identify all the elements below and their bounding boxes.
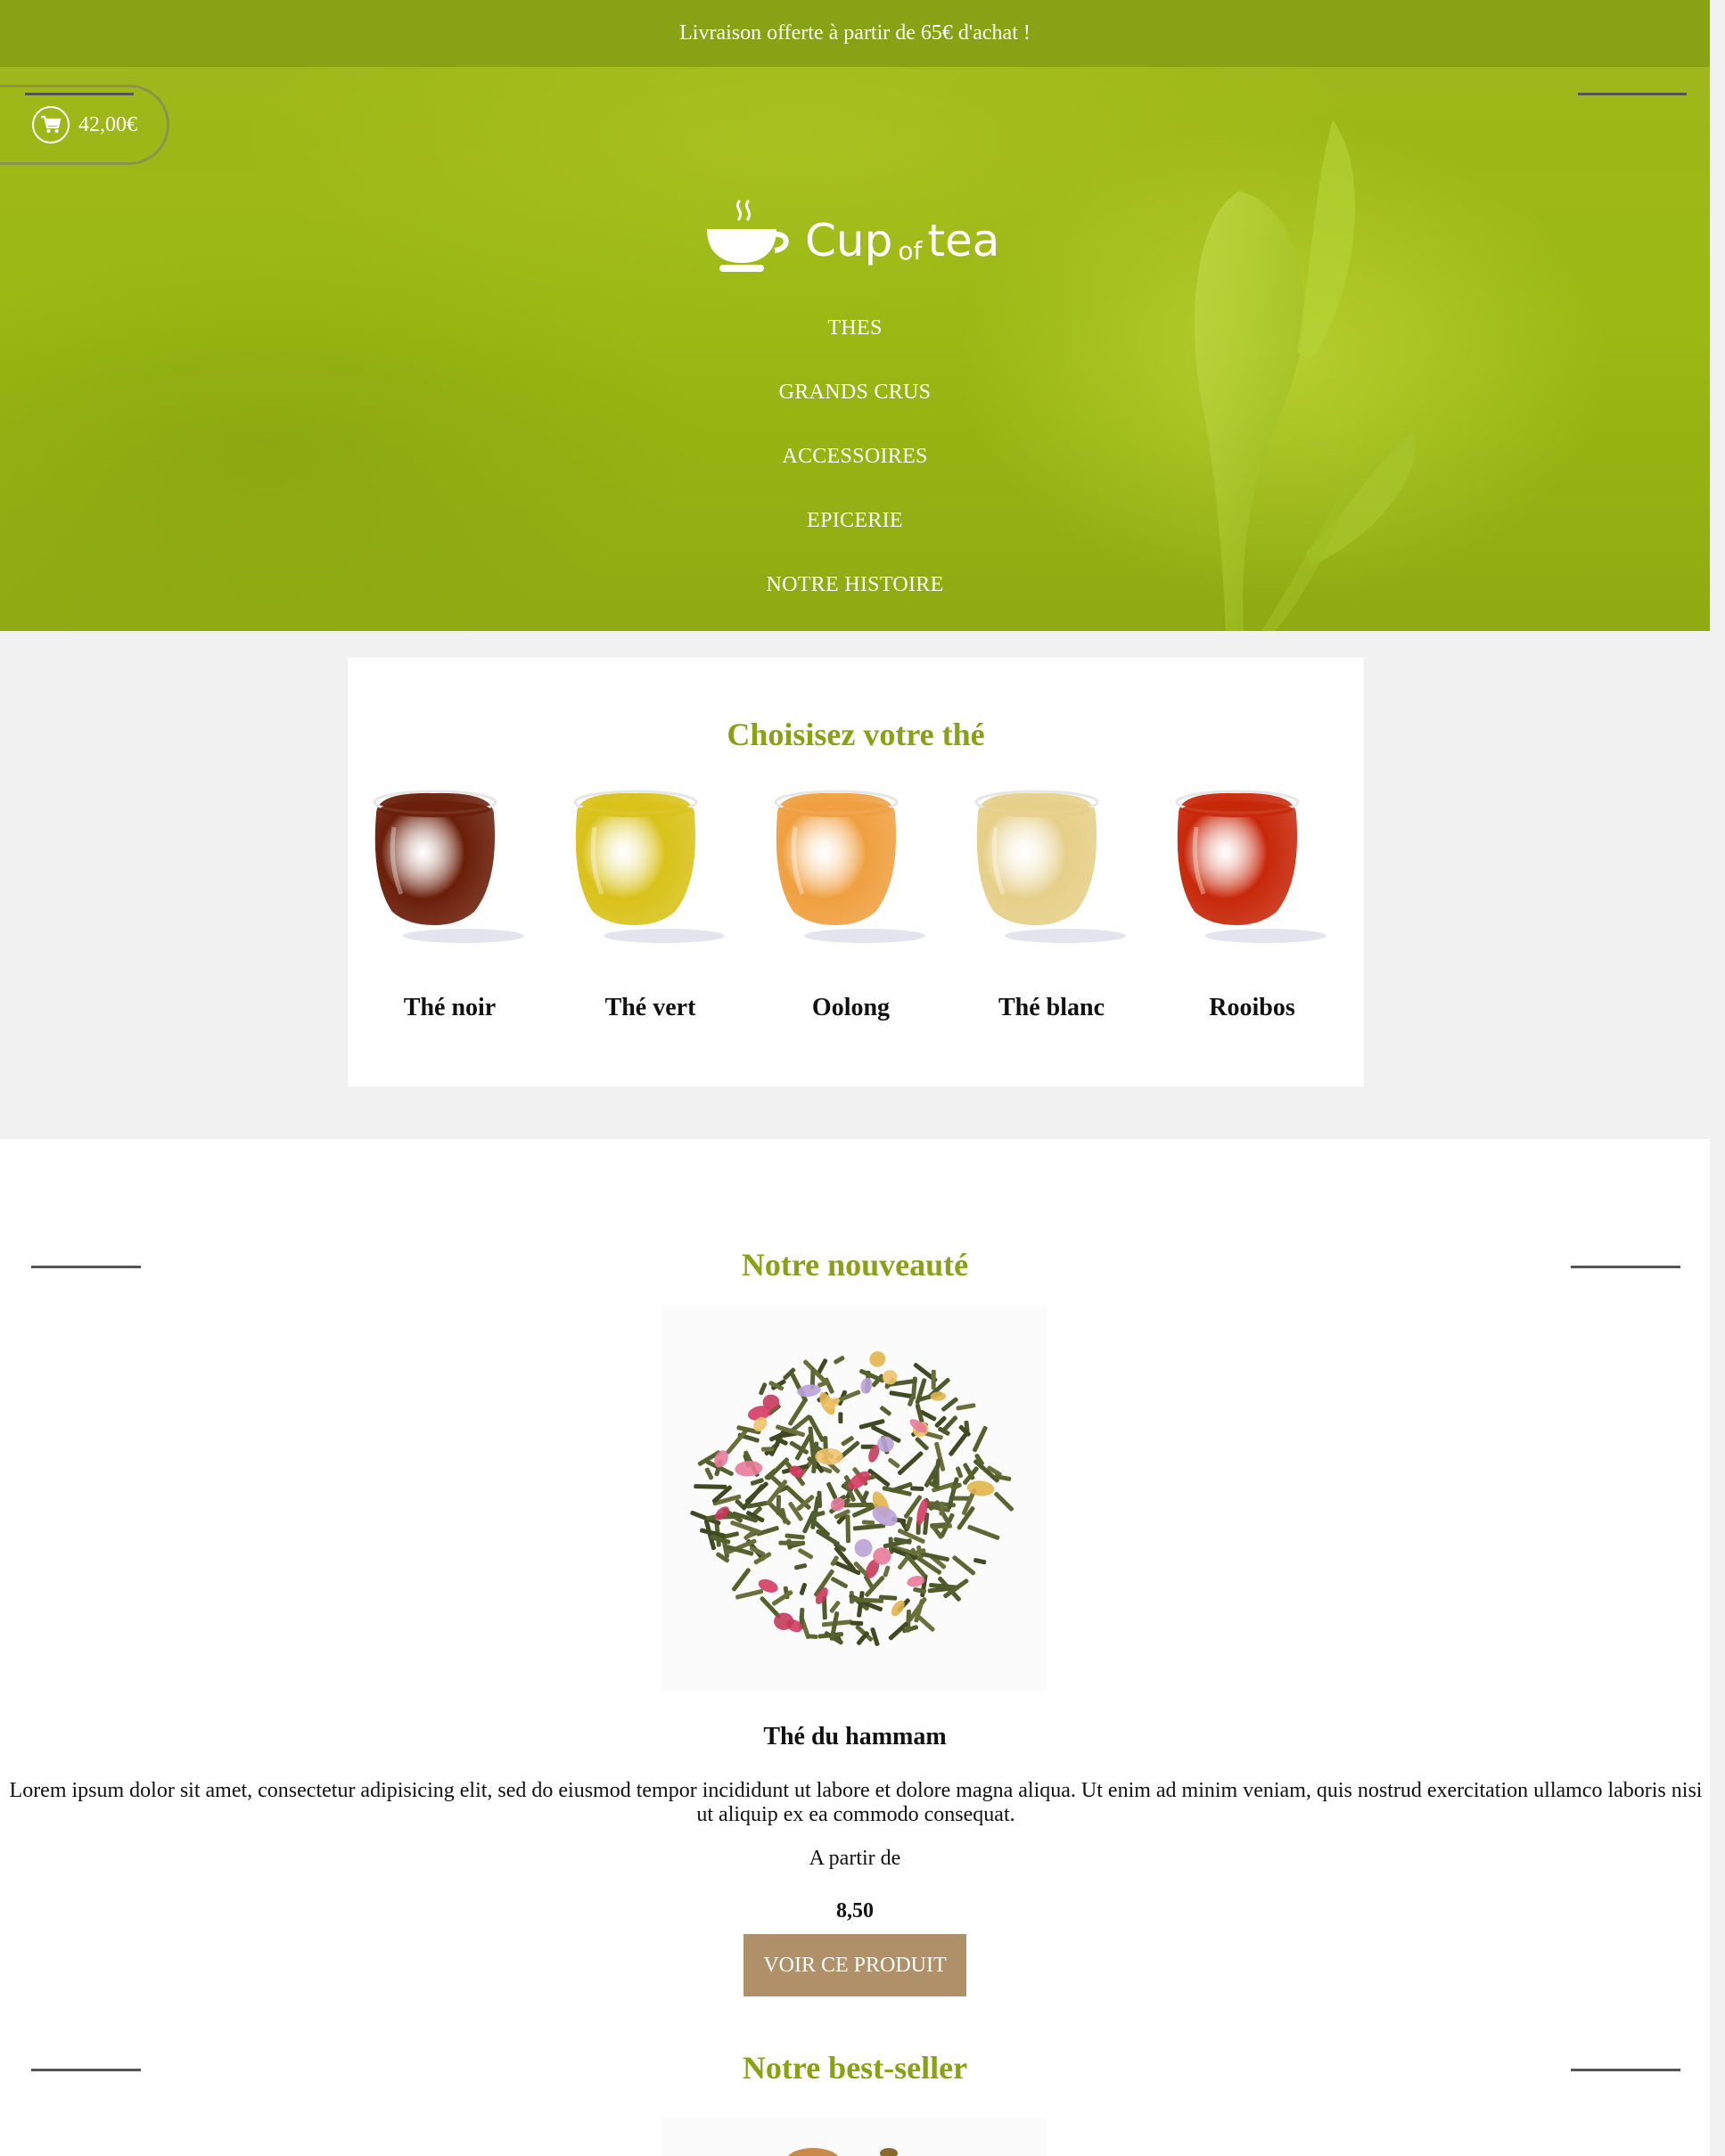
choose-tea-title: Choisisez votre thé [727, 717, 985, 752]
novelty-title: Notre nouveauté [741, 1247, 969, 1283]
tea-category-2[interactable]: Oolong [751, 783, 951, 1021]
nav-epicerie[interactable]: EPICERIE [0, 509, 1710, 533]
tea-category-4[interactable]: Rooibos [1152, 783, 1352, 1021]
tea-cup-icon [373, 790, 524, 943]
cart-button[interactable]: 42,00€ [0, 85, 169, 165]
tea-cup-icon [974, 790, 1126, 943]
bestseller-product-image[interactable] [661, 2118, 1047, 2156]
tea-category-label: Rooibos [1209, 994, 1295, 1021]
free-shipping-banner: Livraison offerte à partir de 65€ d'acha… [0, 0, 1710, 67]
teacup-logo-icon [707, 199, 789, 272]
tea-category-label: Thé noir [403, 994, 497, 1021]
tea-category-1[interactable]: Thé vert [550, 783, 751, 1021]
cart-icon [32, 106, 70, 143]
novelty-product-description: Lorem ipsum dolor sit amet, consectetur … [9, 1779, 1703, 1826]
novelty-product-image[interactable] [661, 1306, 1047, 1691]
hero-header: 42,00€ Cup of tea THES GRANDS CRUS ACCESSO… [0, 67, 1710, 631]
view-product-button[interactable]: VOIR CE PRODUIT [743, 1934, 966, 1996]
tea-leaves-background [1195, 120, 1417, 631]
choose-tea-section: Choisisez votre thé Thé noir Thé vert Oolo… [0, 631, 1710, 1139]
tea-category-label: Thé blanc [998, 994, 1105, 1021]
nav-accessoires[interactable]: ACCESSOIRES [0, 445, 1710, 469]
tea-category-label: Thé vert [604, 994, 696, 1021]
loose-tea-image [690, 1351, 1014, 1646]
hero-right-line [1578, 93, 1687, 95]
choose-tea-card: Choisisez votre thé Thé noir Thé vert Oolo… [348, 658, 1364, 1086]
cup-of-tea-logo[interactable]: Cup of tea [700, 190, 1012, 279]
tea-cup-icon [774, 790, 925, 943]
nav-grands-crus[interactable]: GRANDS CRUS [0, 381, 1710, 405]
bestseller-image-peek [787, 2148, 898, 2156]
nav-notre-histoire[interactable]: NOTRE HISTOIRE [0, 573, 1710, 597]
bestseller-title: Notre best-seller [742, 2050, 968, 2086]
price-label: A partir de [809, 1847, 901, 1870]
page-scrollbar[interactable] [1710, 0, 1725, 2156]
cart-amount: 42,00€ [78, 112, 137, 136]
free-shipping-text: Livraison offerte à partir de 65€ d'acha… [679, 21, 1031, 45]
novelty-product-name: Thé du hammam [763, 1723, 947, 1750]
nav-thes[interactable]: THES [0, 316, 1710, 340]
tea-category-3[interactable]: Thé blanc [951, 783, 1152, 1021]
tea-category-0[interactable]: Thé noir [349, 783, 550, 1021]
tea-category-label: Oolong [811, 994, 891, 1021]
tea-cup-icon [573, 790, 725, 943]
tea-cup-icon [1175, 790, 1327, 943]
novelty-price: 8,50 [836, 1899, 874, 1922]
logo-text: Cup of tea [805, 215, 1000, 266]
